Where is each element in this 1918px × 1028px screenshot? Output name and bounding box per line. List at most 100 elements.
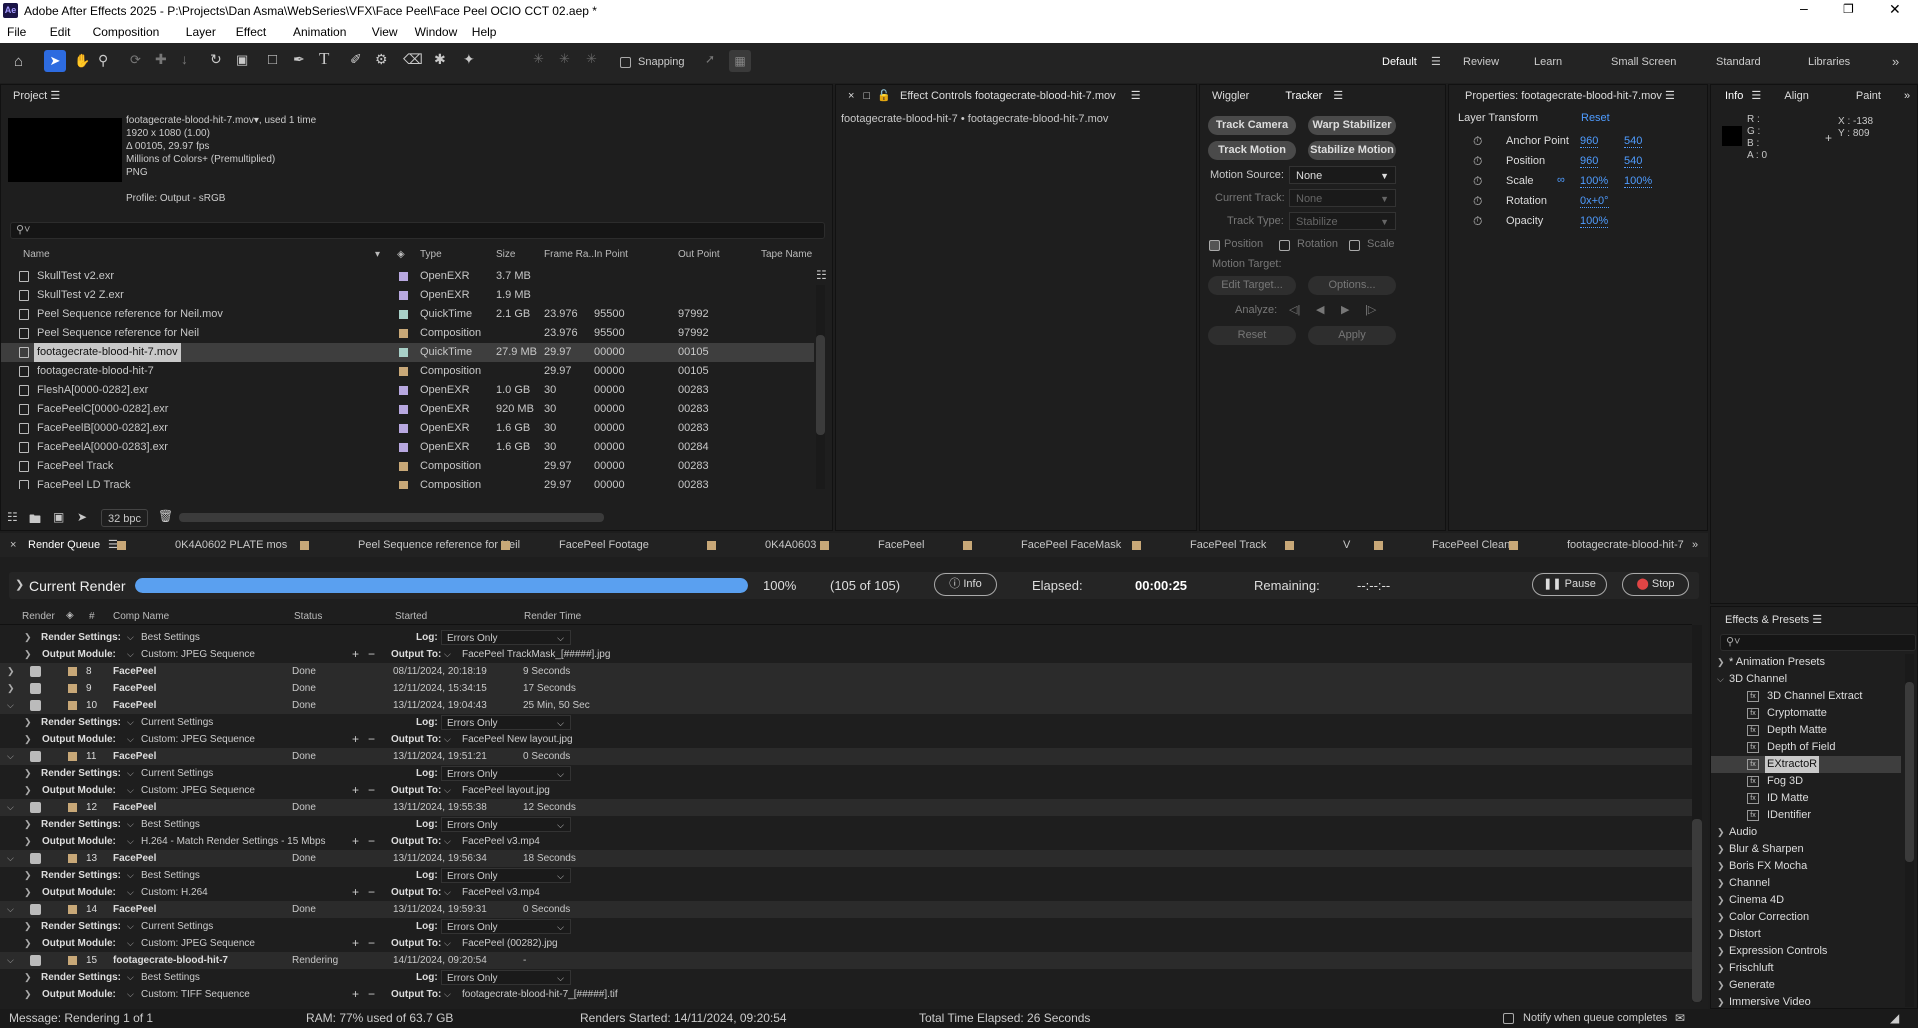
render-settings-value[interactable]: Current Settings [141,765,213,782]
zoom-tool-icon[interactable]: ⚲ [98,52,108,69]
col-tape[interactable]: Tape Name [761,249,812,260]
pause-button[interactable]: ❚❚ Pause [1532,573,1607,596]
chevron-right-icon[interactable]: ❯ [1717,909,1725,926]
axis-world-icon[interactable]: ✳ [559,51,570,67]
effects-scrollbar[interactable] [1905,654,1914,1007]
chevron-right-icon[interactable]: ❯ [24,816,32,833]
remove-output-icon[interactable]: − [368,986,375,1002]
chevron-down-icon[interactable]: ⌵ [127,646,134,663]
chevron-down-icon[interactable]: ⌵ [127,714,134,731]
eraser-tool-icon[interactable]: ⌫ [403,51,423,68]
comp-tab[interactable]: FacePeel Track [1190,533,1266,557]
prop-value-2[interactable]: 540 [1624,135,1643,148]
col-in[interactable]: In Point [594,249,628,260]
project-item[interactable]: FacePeel LD Track Composition 29.97 00000 00… [1,476,814,489]
chevron-right-icon[interactable]: ❯ [24,935,32,952]
remove-output-icon[interactable]: − [368,731,375,748]
chevron-right-icon[interactable]: ❯ [1717,654,1725,671]
project-item[interactable]: FacePeel Track Composition 29.97 00000 00283 [1,457,814,476]
panel-menu-icon[interactable]: ☰ [1751,90,1761,102]
effects-item-expression-controls[interactable]: ❯ Expression Controls [1711,943,1901,960]
snap-options-icon[interactable]: ➚ [705,52,715,66]
current-track-select[interactable]: None ▼ [1289,189,1396,207]
comp-tab[interactable]: footagecrate-blood-hit-7 [1567,533,1684,557]
render-checkbox[interactable] [30,853,41,864]
chevron-down-icon[interactable]: ⌵ [444,884,451,901]
output-module-value[interactable]: H.264 - Match Render Settings - 15 Mbps [141,833,326,850]
menu-item-layer[interactable]: Layer [186,25,216,39]
effects-item-depth-matte[interactable]: fx Depth Matte [1711,722,1901,739]
comp-tab[interactable]: FacePeel Clean [1432,533,1510,557]
effects-item-identifier[interactable]: fx IDentifier [1711,807,1901,824]
track-motion-button[interactable]: Track Motion [1208,141,1296,160]
output-module-value[interactable]: Custom: JPEG Sequence [141,731,255,748]
chevron-right-icon[interactable]: ❯ [1717,926,1725,943]
sort-chevron-icon[interactable]: ▾ [375,249,380,260]
pen-tool-icon[interactable]: ✒ [293,51,305,68]
chevron-right-icon[interactable]: ❯ [1717,977,1725,994]
track-type-select[interactable]: Stabilize ▼ [1289,212,1396,230]
chevron-right-icon[interactable]: ❯ [24,833,32,850]
project-item[interactable]: FacePeelC[0000-0282].exr OpenEXR 920 MB 30 0… [1,400,814,419]
edit-target-button[interactable]: Edit Target... [1208,276,1296,295]
prop-value-2[interactable]: 100% [1624,175,1653,188]
project-item[interactable]: SkullTest v2.exr OpenEXR 3.7 MB [1,267,814,286]
effects-item-channel[interactable]: ❯ Channel [1711,875,1901,892]
puppet-tool-icon[interactable]: ✦ [463,51,475,68]
chevron-down-icon[interactable]: ⌵ [127,935,134,952]
col-render-time[interactable]: Render Time [524,611,581,622]
col-comp-name[interactable]: Comp Name [113,611,169,622]
col-name[interactable]: Name [23,249,50,260]
chevron-right-icon[interactable]: ❯ [24,969,32,986]
remove-output-icon[interactable]: − [368,884,375,901]
comp-tab[interactable]: Peel Sequence reference for Neil [358,533,520,557]
chevron-down-icon[interactable]: ⌵ [7,952,14,969]
rotation-checkbox[interactable] [1279,240,1290,251]
label-color-swatch[interactable] [68,684,77,693]
chevron-right-icon[interactable]: ❯ [1717,858,1725,875]
workspace-overflow-icon[interactable]: » [1892,54,1899,69]
chevron-down-icon[interactable]: ⌵ [127,867,134,884]
workspace-libraries[interactable]: Libraries [1808,56,1850,68]
add-output-icon[interactable]: + [352,833,359,850]
col-size[interactable]: Size [496,249,515,260]
label-color-swatch[interactable] [399,348,408,357]
label-color-swatch[interactable] [68,752,77,761]
effect-controls-tab[interactable]: × □ 🔓 Effect Controls footagecrate-blood… [836,85,1196,107]
log-select[interactable]: Errors Only ⌵ [441,970,571,985]
col-render[interactable]: Render [22,611,55,622]
menu-item-view[interactable]: View [372,25,398,39]
render-queue-scrollbar[interactable] [1692,625,1702,1002]
effects-item-3d-channel-extract[interactable]: fx 3D Channel Extract [1711,688,1901,705]
log-select[interactable]: Errors Only ⌵ [441,919,571,934]
effects-item-3d-channel[interactable]: ⌵ 3D Channel [1711,671,1901,688]
label-color-swatch[interactable] [68,803,77,812]
log-select[interactable]: Errors Only ⌵ [441,630,571,645]
label-color-swatch[interactable] [68,854,77,863]
stopwatch-icon[interactable]: ⏱ [1473,134,1482,149]
label-color-swatch[interactable] [399,481,408,489]
overflow-icon[interactable]: » [1692,533,1698,557]
render-checkbox[interactable] [30,904,41,915]
stabilize-motion-button[interactable]: Stabilize Motion [1308,141,1396,160]
label-color-swatch[interactable] [399,310,408,319]
chevron-down-icon[interactable]: ⌵ [127,765,134,782]
effects-item-id-matte[interactable]: fx ID Matte [1711,790,1901,807]
label-color-swatch[interactable] [399,291,408,300]
log-select[interactable]: Errors Only ⌵ [441,817,571,832]
output-to-value[interactable]: FacePeel (00282).jpg [462,935,558,952]
chevron-down-icon[interactable]: ⌵ [444,731,451,748]
stopwatch-icon[interactable]: ⏱ [1473,214,1482,229]
chevron-down-icon[interactable]: ⌵ [7,901,14,918]
log-select[interactable]: Errors Only ⌵ [441,715,571,730]
col-type[interactable]: Type [420,249,442,260]
effects-item-boris-fx-mocha[interactable]: ❯ Boris FX Mocha [1711,858,1901,875]
label-color-swatch[interactable] [399,405,408,414]
chevron-down-icon[interactable]: ⌵ [7,850,14,867]
notify-checkbox[interactable] [1503,1013,1514,1024]
effects-item-distort[interactable]: ❯ Distort [1711,926,1901,943]
analyze-fwd-icon[interactable]: |▷ [1365,303,1376,316]
chevron-down-icon[interactable]: ⌵ [444,646,451,663]
prop-value-2[interactable]: 540 [1624,155,1643,168]
output-module-value[interactable]: Custom: JPEG Sequence [141,935,255,952]
